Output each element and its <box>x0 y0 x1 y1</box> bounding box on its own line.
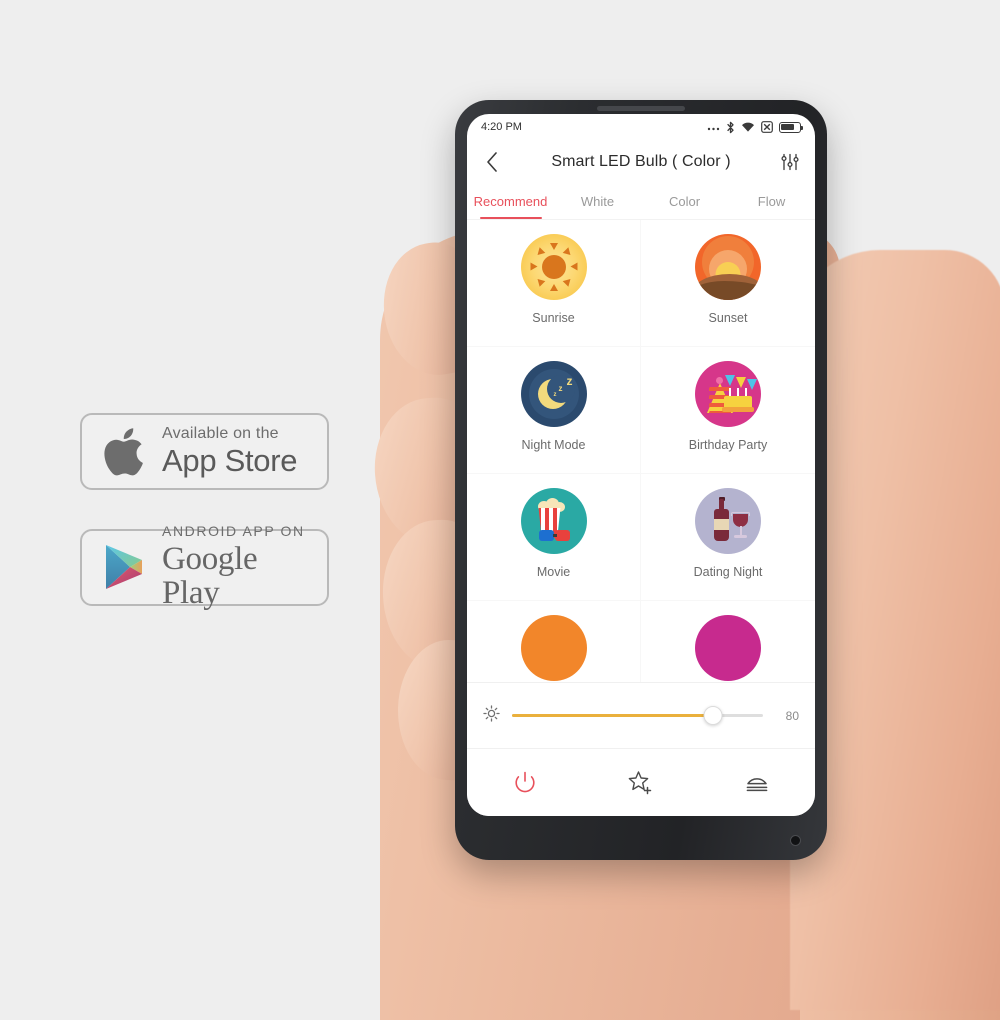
scene-item-birthday-party[interactable]: Birthday Party <box>641 347 815 474</box>
slider-thumb[interactable] <box>703 706 723 725</box>
tab-color[interactable]: Color <box>641 184 728 219</box>
brightness-slider[interactable] <box>512 706 763 726</box>
scene-grid: Sunrise Sunset z z z Night Mode Birthday… <box>467 220 815 682</box>
tab-white-label: White <box>580 194 615 209</box>
phone-screen: 4:20 PM Smart LED Bulb (Color) Recomme… <box>467 114 815 816</box>
night-mode-icon: z z z <box>520 361 587 427</box>
scene-label: Sunrise <box>532 311 575 325</box>
action-bar <box>467 748 815 816</box>
scene-item-partial-magenta[interactable] <box>641 601 815 682</box>
scene-label: Sunset <box>708 311 748 325</box>
scene-label: Dating Night <box>693 565 763 579</box>
status-bar: 4:20 PM <box>467 114 815 140</box>
tab-flow[interactable]: Flow <box>728 184 815 219</box>
scene-label: Birthday Party <box>688 438 768 452</box>
3d-glasses-left <box>538 530 554 541</box>
tab-color-label: Color <box>668 194 701 209</box>
movie-icon <box>520 488 587 554</box>
wifi-icon <box>741 121 755 133</box>
sliders-icon <box>781 153 799 171</box>
power-icon <box>515 771 535 792</box>
status-bar-time: 4:20 PM <box>481 121 522 133</box>
google-play-badge-text: ANDROID APP ON Google Play <box>162 523 311 612</box>
brightness-row: 80 <box>467 682 815 748</box>
scene-item-sunset[interactable]: Sunset <box>641 220 815 347</box>
scene-partial-magenta-icon <box>695 615 761 681</box>
tab-bar: Recommend White Color Flow <box>467 184 815 220</box>
app-store-badge-small-text: Available on the <box>162 425 279 443</box>
birthday-party-icon <box>695 361 761 427</box>
star-plus-icon <box>628 770 652 794</box>
slider-fill <box>512 714 713 717</box>
scene-item-partial-orange[interactable] <box>467 601 641 682</box>
page-title: Smart LED Bulb ( Color ) <box>551 153 731 170</box>
tab-recommend[interactable]: Recommend <box>467 184 554 219</box>
3d-glasses-right <box>554 530 570 541</box>
front-camera-dot <box>790 835 801 846</box>
google-play-badge[interactable]: ANDROID APP ON Google Play <box>80 523 329 611</box>
sunset-icon <box>695 234 761 300</box>
scene-item-dating-night[interactable]: Dating Night <box>641 474 815 601</box>
google-play-triangle-icon <box>98 542 152 594</box>
sunrise-icon <box>520 234 587 300</box>
brightness-value: 80 <box>785 708 799 723</box>
eject-button[interactable] <box>735 761 779 805</box>
brightness-sun-icon <box>483 704 500 727</box>
app-store-badge-text: Available on the App Store <box>162 425 297 477</box>
app-store-badge[interactable]: Available on the App Store <box>80 413 329 490</box>
dating-night-icon <box>695 488 761 554</box>
smartphone-device: 4:20 PM Smart LED Bulb (Color) Recomme… <box>455 100 827 860</box>
settings-button[interactable] <box>777 149 803 175</box>
battery-icon <box>779 121 804 133</box>
app-bar: Smart LED Bulb ( Color ) <box>467 140 815 184</box>
scene-item-night-mode[interactable]: z z z Night Mode <box>467 347 641 474</box>
more-dots-icon <box>707 122 720 132</box>
earpiece-speaker <box>597 106 685 111</box>
status-bar-icons <box>707 121 804 134</box>
sunrise-core <box>541 255 566 279</box>
eject-icon <box>746 777 768 791</box>
scene-label: Night Mode <box>521 438 586 452</box>
scene-partial-orange-icon <box>520 615 587 681</box>
google-play-badge-big-text: Google Play <box>162 540 258 612</box>
scene-item-movie[interactable]: Movie <box>467 474 641 601</box>
moon-shape <box>537 375 575 409</box>
sunset-hill-front <box>695 281 761 300</box>
bluetooth-icon <box>726 121 735 134</box>
apple-logo-icon <box>98 426 152 478</box>
chevron-left-icon <box>487 152 497 172</box>
tab-recommend-label: Recommend <box>473 194 548 209</box>
favorite-button[interactable] <box>619 761 663 805</box>
scene-item-sunrise[interactable]: Sunrise <box>467 220 641 347</box>
tab-flow-label: Flow <box>757 194 786 209</box>
alarm-box-icon <box>761 121 773 133</box>
google-play-badge-small-text: ANDROID APP ON <box>162 523 305 540</box>
app-store-badge-big-text: App Store <box>162 443 298 479</box>
power-button[interactable] <box>503 761 547 805</box>
tab-white[interactable]: White <box>554 184 641 219</box>
back-button[interactable] <box>479 149 505 175</box>
scene-label: Movie <box>536 565 571 579</box>
scene-stage: Available on the App Store ANDROID APP O… <box>0 0 1000 1020</box>
